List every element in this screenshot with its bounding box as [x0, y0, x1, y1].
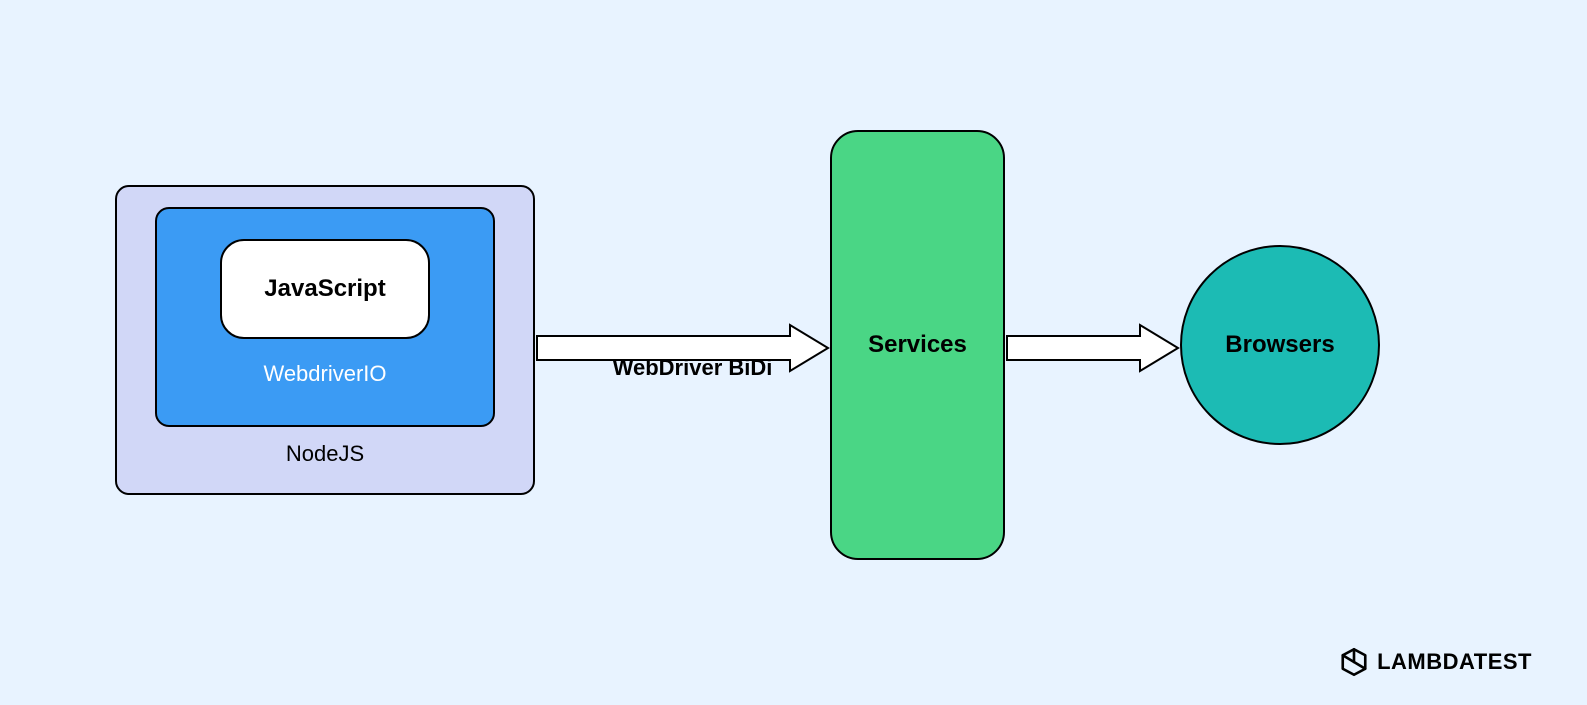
webdriverio-box: JavaScript WebdriverIO: [155, 207, 495, 427]
lambdatest-mark-icon: [1339, 647, 1369, 677]
protocol-label: WebDriver BiDi: [555, 355, 830, 381]
services-box: Services: [830, 130, 1005, 560]
nodejs-box: JavaScript WebdriverIO NodeJS: [115, 185, 535, 495]
services-label: Services: [868, 331, 967, 359]
javascript-box: JavaScript: [220, 239, 430, 339]
javascript-label: JavaScript: [264, 275, 385, 303]
lambdatest-logo: LAMBDATEST: [1339, 647, 1532, 677]
browsers-circle: Browsers: [1180, 245, 1380, 445]
lambdatest-name: LAMBDATEST: [1377, 649, 1532, 675]
nodejs-label: NodeJS: [286, 441, 364, 467]
webdriverio-label: WebdriverIO: [263, 361, 386, 387]
browsers-label: Browsers: [1225, 331, 1334, 359]
arrow-services-to-browsers-icon: [1005, 323, 1180, 373]
